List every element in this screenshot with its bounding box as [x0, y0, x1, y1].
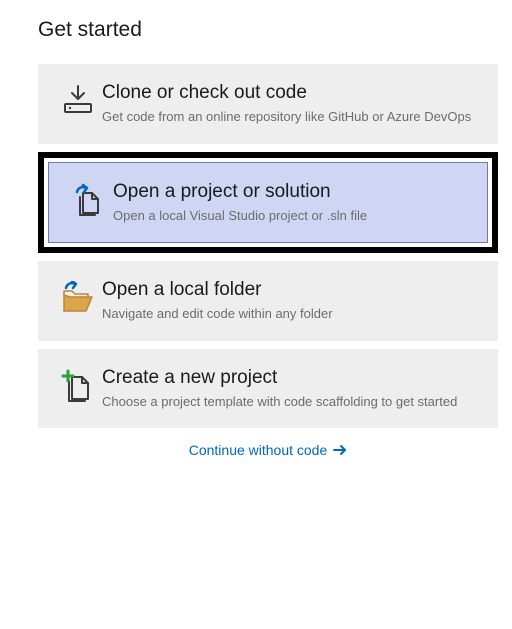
clone-code-card[interactable]: Clone or check out code Get code from an…	[38, 64, 498, 144]
card-title: Create a new project	[102, 367, 478, 389]
arrow-right-icon	[333, 444, 347, 456]
open-folder-card[interactable]: Open a local folder Navigate and edit co…	[38, 261, 498, 341]
open-folder-icon	[54, 281, 102, 317]
card-title: Open a local folder	[102, 279, 478, 301]
continue-without-code-link[interactable]: Continue without code	[189, 442, 348, 458]
page-title: Get started	[38, 18, 498, 42]
card-desc: Choose a project template with code scaf…	[102, 393, 478, 411]
card-title: Open a project or solution	[113, 181, 467, 203]
create-project-card[interactable]: Create a new project Choose a project te…	[38, 349, 498, 429]
card-desc: Navigate and edit code within any folder	[102, 305, 478, 323]
get-started-panel: Get started Clone or check out code Get …	[0, 0, 512, 468]
continue-link-label: Continue without code	[189, 442, 328, 458]
card-title: Clone or check out code	[102, 82, 478, 104]
clone-icon	[54, 84, 102, 118]
open-project-card[interactable]: Open a project or solution Open a local …	[48, 162, 488, 244]
card-desc: Get code from an online repository like …	[102, 108, 478, 126]
open-project-icon	[65, 183, 113, 219]
highlight-box: Open a project or solution Open a local …	[38, 152, 498, 254]
card-desc: Open a local Visual Studio project or .s…	[113, 207, 467, 225]
create-project-icon	[54, 369, 102, 405]
